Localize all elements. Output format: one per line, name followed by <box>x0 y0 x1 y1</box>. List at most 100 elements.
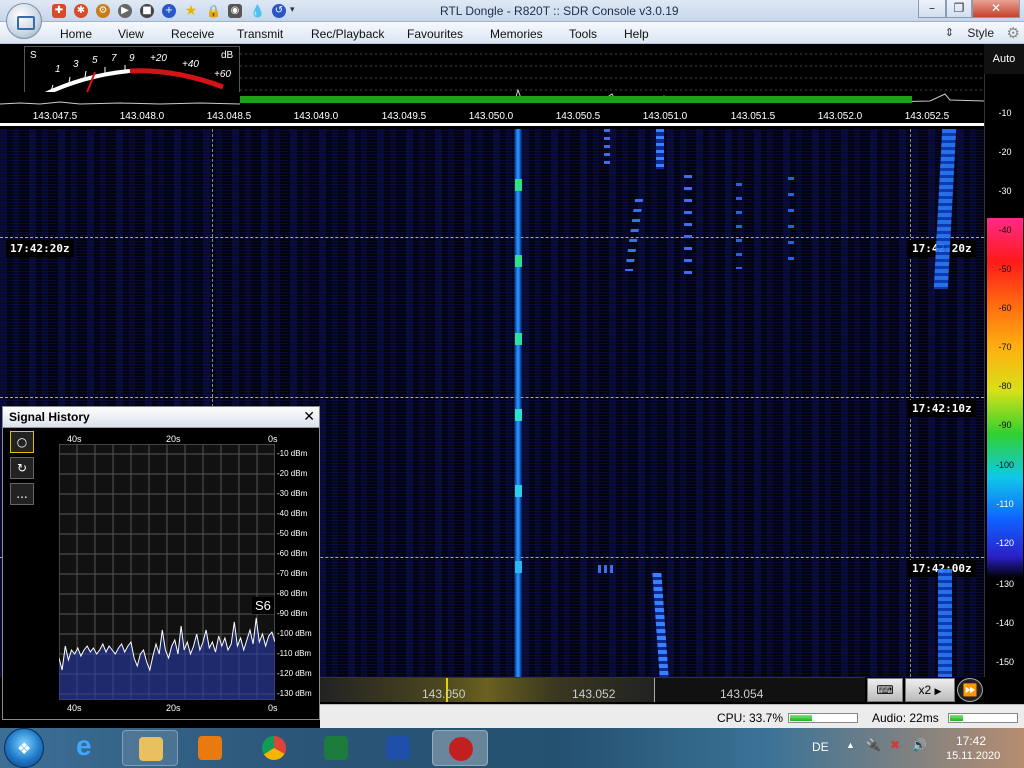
menu-tools[interactable]: Tools <box>569 27 597 41</box>
frequency-axis: 143.047.5 143.048.0 143.048.5 143.049.0 … <box>0 106 984 126</box>
carrier-burst <box>515 255 522 267</box>
reset-button[interactable]: ○ <box>10 431 34 453</box>
dbm-label: -110 dBm <box>277 649 312 658</box>
window-title: RTL Dongle - R820T :: SDR Console v3.0.1… <box>440 4 679 18</box>
file-explorer-icon[interactable] <box>122 730 178 766</box>
stop-icon[interactable]: ■ <box>140 4 154 18</box>
lifebuoy-icon[interactable]: ✚ <box>52 4 66 18</box>
sdr-console-icon[interactable] <box>432 730 488 766</box>
signal-trace <box>598 565 616 573</box>
restore-button[interactable]: ❐ <box>946 0 972 18</box>
customize-dropdown-icon[interactable]: ▾ <box>290 4 295 15</box>
minimize-button[interactable]: – <box>918 0 946 18</box>
menu-receive[interactable]: Receive <box>171 27 214 41</box>
refresh-button[interactable]: ↻ <box>10 457 34 479</box>
volume-icon[interactable]: 🔊 <box>912 738 927 752</box>
network-icon[interactable]: ✖ <box>890 738 900 752</box>
excel-icon[interactable] <box>308 730 364 766</box>
signal-level-bar <box>240 96 912 103</box>
start-button[interactable]: ❖ <box>4 728 44 768</box>
db-tick: -20 <box>998 147 1012 157</box>
taskbar: ❖ e DE ▲ 🔌 ✖ 🔊 17:42 15.11.2020 <box>0 728 1024 768</box>
db-tick: -120 <box>995 538 1014 548</box>
freq-tick: 143.052.0 <box>817 111 863 122</box>
timestamp-label: 17:42:10z <box>908 400 976 417</box>
signal-trace <box>938 569 952 677</box>
menu-help[interactable]: Help <box>624 27 649 41</box>
skip-forward-button[interactable]: ⏩ <box>957 678 983 702</box>
word-icon[interactable] <box>370 730 426 766</box>
zoom-frequency-scale[interactable]: 143.050 143.052 143.054 <box>320 677 865 702</box>
signal-history-chart <box>59 444 275 700</box>
lock-icon[interactable]: 🔒 <box>206 4 221 18</box>
usb-icon[interactable]: 🔌 <box>866 738 881 752</box>
freq-tick: 143.051.0 <box>642 111 688 122</box>
close-icon[interactable]: ✕ <box>303 408 315 425</box>
db-tick: -140 <box>995 618 1014 628</box>
menu-view[interactable]: View <box>118 27 144 41</box>
keyboard-button[interactable]: ⌨ <box>867 678 903 702</box>
dbm-label: -60 dBm <box>277 549 308 558</box>
signal-trace <box>684 175 692 275</box>
app-menu-icon[interactable] <box>6 3 42 39</box>
freq-tick: 143.049.0 <box>293 111 339 122</box>
plus-icon[interactable]: + <box>162 4 176 18</box>
audio-bar <box>948 713 1018 723</box>
time-gridline <box>0 237 984 238</box>
signal-history-window[interactable]: Signal History ✕ ○ ↻ ... 40s 20s 0s 40s … <box>2 406 320 720</box>
db-scale[interactable]: -10 -20 -30 -40 -50 -60 -70 -80 -90 -100… <box>984 74 1024 677</box>
bottom-freq-label: 143.054 <box>720 687 764 701</box>
gear-icon[interactable]: ⚙ <box>1007 24 1020 42</box>
dbm-label: -10 dBm <box>277 449 308 458</box>
internet-explorer-icon[interactable]: e <box>62 730 118 766</box>
style-menu[interactable]: Style <box>967 26 994 40</box>
menu-memories[interactable]: Memories <box>490 27 543 41</box>
freq-tick: 143.050.5 <box>555 111 601 122</box>
carrier-burst <box>515 179 522 191</box>
audio-bar-fill <box>950 715 964 721</box>
db-tick: -40 <box>998 225 1012 235</box>
clock-date[interactable]: 15.11.2020 <box>946 750 1000 762</box>
play-icon[interactable]: ▶ <box>118 4 132 18</box>
clock-time[interactable]: 17:42 <box>956 734 986 748</box>
dbm-label: -50 dBm <box>277 529 308 538</box>
bottom-freq-label: 143.050 <box>422 687 466 701</box>
freq-tick: 143.052.5 <box>904 111 950 122</box>
tuning-marker[interactable] <box>461 124 523 126</box>
camera-icon[interactable]: ◉ <box>228 4 242 18</box>
s-scale-5: 5 <box>92 55 98 66</box>
drop-icon[interactable]: 💧 <box>250 4 265 18</box>
menu-favourites[interactable]: Favourites <box>407 27 463 41</box>
zoom-button[interactable]: x2 ▶ <box>905 678 955 702</box>
timestamp-label: 17:42:20z <box>6 240 74 257</box>
gear-icon[interactable]: ✱ <box>74 4 88 18</box>
gear-icon[interactable]: ⚙ <box>96 4 110 18</box>
db-tick: -90 <box>998 420 1012 430</box>
signal-trace <box>788 177 794 261</box>
close-button[interactable]: ✕ <box>972 0 1020 18</box>
signal-history-title: Signal History <box>3 407 319 428</box>
freq-tick: 143.047.5 <box>32 111 78 122</box>
style-arrows-icon[interactable]: ⇕ <box>945 26 954 39</box>
undo-icon[interactable]: ↺ <box>272 4 286 18</box>
dbm-label: -30 dBm <box>277 489 308 498</box>
star-icon[interactable]: ★ <box>184 4 198 18</box>
menu-transmit[interactable]: Transmit <box>237 27 283 41</box>
language-indicator[interactable]: DE <box>812 740 829 754</box>
media-player-icon[interactable] <box>182 730 238 766</box>
s-reading: S6 <box>252 597 274 614</box>
window-title: Signal History <box>9 410 90 424</box>
auto-range-button[interactable]: Auto <box>984 44 1024 74</box>
db-tick: -130 <box>995 579 1014 589</box>
chrome-icon[interactable] <box>246 730 302 766</box>
cpu-bar <box>788 713 858 723</box>
dbm-label: -130 dBm <box>277 689 312 698</box>
db-tick: -10 <box>998 108 1012 118</box>
keyboard-icon: ⌨ <box>876 683 894 697</box>
menu-home[interactable]: Home <box>60 27 92 41</box>
show-hidden-icons-icon[interactable]: ▲ <box>846 740 855 750</box>
dbm-label: -80 dBm <box>277 589 308 598</box>
system-tray: DE ▲ 🔌 ✖ 🔊 17:42 15.11.2020 <box>804 728 1024 768</box>
more-button[interactable]: ... <box>10 483 34 505</box>
menu-rec-playback[interactable]: Rec/Playback <box>311 27 384 41</box>
